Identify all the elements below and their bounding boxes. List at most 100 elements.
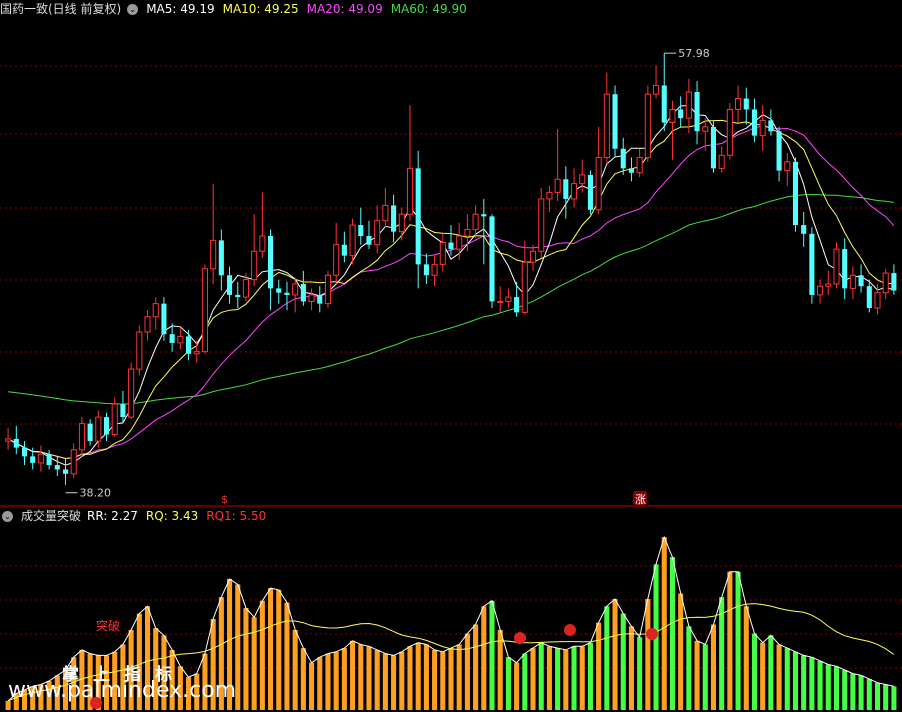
signal-dot <box>646 628 658 640</box>
candle-body <box>358 225 364 236</box>
candle-body <box>242 279 249 298</box>
volume-bar <box>391 655 397 710</box>
candle-body <box>784 161 791 172</box>
candle-body <box>448 242 454 250</box>
candle-body <box>193 351 200 355</box>
candle-body <box>776 131 782 171</box>
ma5-value: MA5: 49.19 <box>146 2 215 16</box>
volume-bar <box>284 602 290 710</box>
candle-body <box>538 198 545 252</box>
volume-bar <box>358 644 364 710</box>
candle-body <box>735 98 742 110</box>
candle-body <box>95 416 102 442</box>
candle-body <box>152 303 159 318</box>
volume-bar <box>546 646 552 710</box>
candle-body <box>603 93 610 158</box>
candle-body <box>669 108 676 124</box>
candle-body <box>317 294 323 304</box>
candle-body <box>481 214 487 217</box>
candle-body <box>891 273 897 291</box>
chevron-down-icon[interactable]: ⌄ <box>127 3 139 15</box>
candle-body <box>743 98 749 110</box>
candle-body <box>678 109 684 119</box>
volume-bar <box>776 644 782 710</box>
candle-body <box>13 438 19 448</box>
candle-body <box>46 454 52 466</box>
candle-body <box>694 92 700 132</box>
volume-bar <box>735 571 741 710</box>
candle-body <box>842 249 848 289</box>
volume-bar <box>694 640 700 710</box>
signal-mark: $ <box>221 493 228 506</box>
candle-body <box>726 108 733 156</box>
candle-body <box>5 438 12 442</box>
watermark-url: www.palmindex.com <box>8 678 237 703</box>
moving-average-lines <box>7 104 895 466</box>
candle-body <box>374 220 381 246</box>
volume-bar <box>669 557 675 710</box>
volume-bar <box>514 662 520 710</box>
volume-bar <box>309 662 315 710</box>
volume-bar <box>251 617 257 710</box>
volume-bar <box>555 648 561 710</box>
volume-bar <box>522 653 528 710</box>
ma10-line <box>7 119 894 460</box>
volume-bar <box>259 600 265 710</box>
chevron-down-icon[interactable]: ⌄ <box>2 510 13 522</box>
volume-bar <box>563 649 569 710</box>
candle-body <box>710 126 717 169</box>
candle-body <box>235 294 241 298</box>
volume-bar <box>382 653 388 710</box>
volume-bar <box>842 669 848 710</box>
volume-bar <box>276 589 282 710</box>
candle-body <box>161 303 167 335</box>
volume-bar <box>317 657 323 710</box>
volume-bar <box>792 651 799 710</box>
stock-chart: 57.98 38.20 $ 涨突破 <box>0 47 902 710</box>
volume-bar <box>350 640 356 710</box>
volume-bar <box>866 679 872 710</box>
ma20-value: MA20: 49.09 <box>306 2 383 16</box>
volume-bar <box>751 633 758 710</box>
candle-body <box>341 244 347 256</box>
candle-body <box>849 274 856 289</box>
volume-bar <box>678 593 684 710</box>
volume-bar <box>874 682 881 710</box>
candle-body <box>227 275 233 295</box>
ma60-value: MA60: 49.90 <box>390 2 467 16</box>
volume-bar <box>341 648 347 710</box>
candle-body <box>587 174 593 210</box>
low-label: 38.20 <box>80 487 112 500</box>
candle-body <box>768 120 774 132</box>
candle-body <box>685 91 692 119</box>
candle-body <box>489 216 495 302</box>
high-label: 57.98 <box>678 47 710 60</box>
candle-body <box>702 126 709 132</box>
volume-bar <box>727 571 733 710</box>
candle-body <box>210 239 217 270</box>
volume-bar <box>604 606 610 710</box>
candle-body <box>595 156 602 211</box>
volume-bar <box>628 626 634 710</box>
candle-body <box>366 236 372 245</box>
candle-body <box>464 228 471 237</box>
candle-body <box>382 204 389 222</box>
volume-bar <box>858 675 864 710</box>
volume-bar <box>473 624 479 710</box>
volume-bar <box>801 655 807 710</box>
candle-body <box>579 174 586 185</box>
candle-body <box>218 240 224 276</box>
volume-bar <box>292 629 298 710</box>
candle-body <box>54 465 60 470</box>
volume-bar <box>850 673 856 710</box>
candle-body <box>570 183 578 200</box>
candle-body <box>833 248 840 285</box>
candle-body <box>185 336 192 354</box>
volume-bar <box>661 537 667 710</box>
candle-body <box>874 292 881 309</box>
candle-body <box>801 225 807 234</box>
candle-body <box>792 161 799 226</box>
candle-body <box>30 456 36 463</box>
volume-bar <box>481 606 487 710</box>
candle-body <box>78 423 85 451</box>
